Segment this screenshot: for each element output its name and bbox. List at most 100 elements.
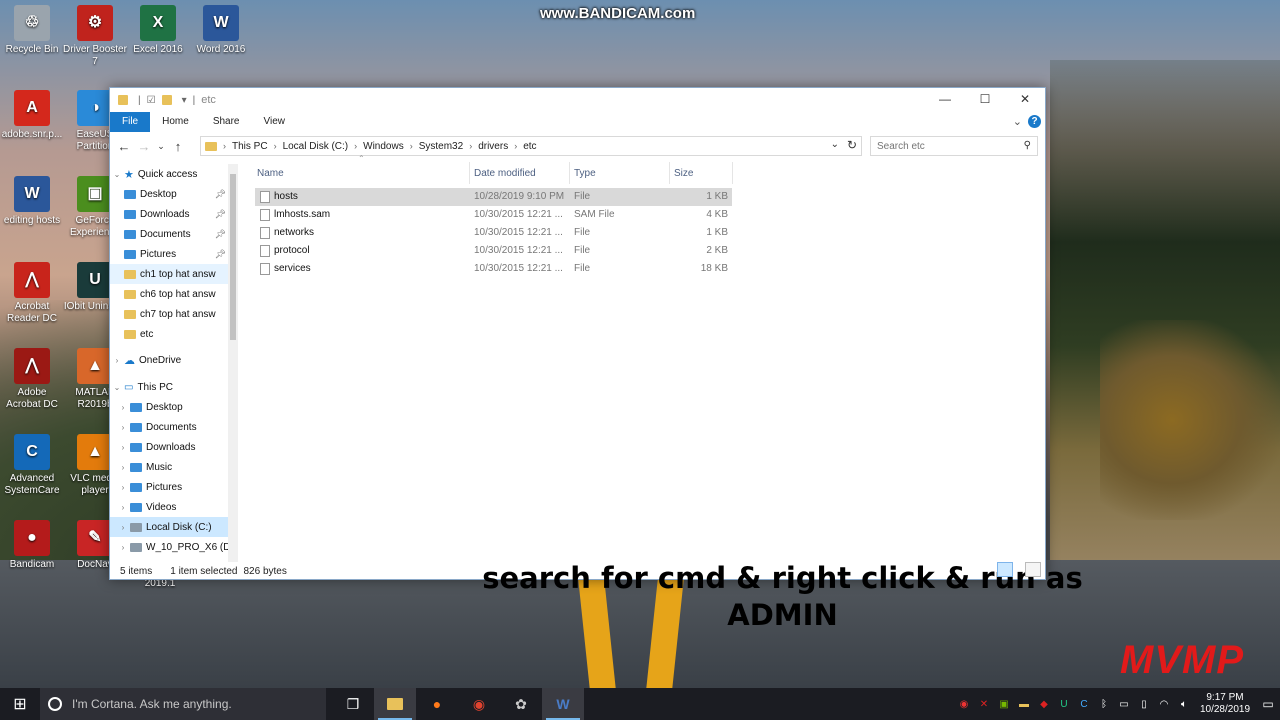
chevron-right-icon[interactable]: › bbox=[110, 356, 124, 365]
recent-locations-button[interactable]: ⌄ bbox=[154, 141, 168, 152]
file-explorer-window[interactable]: | ☑ ▾ | etc — ☐ ✕ File Home Share View ⌄… bbox=[109, 87, 1083, 632]
antivirus-icon[interactable]: ✕ bbox=[974, 699, 994, 710]
breadcrumb-local-disk[interactable]: Local Disk (C:) bbox=[279, 141, 353, 152]
back-button[interactable]: ← bbox=[114, 139, 134, 154]
chevron-right-icon[interactable]: › bbox=[116, 463, 130, 472]
tab-share[interactable]: Share bbox=[201, 112, 252, 132]
nav-item-ch7-top-hat-answ[interactable]: ch7 top hat answ bbox=[110, 304, 228, 324]
desktop-icon[interactable]: Wediting hosts bbox=[0, 176, 64, 227]
nav-item-pc-w-10-pro-x6-d[interactable]: › W_10_PRO_X6 (D bbox=[110, 537, 228, 557]
wifi-icon[interactable]: ◠ bbox=[1154, 699, 1174, 710]
file-row[interactable]: lmhosts.sam 10/30/2015 12:21 ... SAM File 4… bbox=[255, 206, 732, 224]
tab-file[interactable]: File bbox=[110, 112, 151, 132]
nav-item-pc-videos[interactable]: › Videos bbox=[110, 497, 228, 517]
column-header-size[interactable]: Size bbox=[674, 164, 693, 184]
chevron-right-icon[interactable]: › bbox=[116, 443, 130, 452]
usb-icon[interactable]: ▭ bbox=[1114, 699, 1134, 710]
properties-icon[interactable]: ☑ bbox=[147, 95, 156, 106]
nav-item-pc-local-disk-c-[interactable]: › Local Disk (C:) bbox=[110, 517, 228, 537]
search-input[interactable] bbox=[877, 140, 1017, 152]
search-box[interactable]: ⚲ bbox=[870, 136, 1038, 156]
close-button[interactable]: ✕ bbox=[1005, 88, 1045, 112]
search-icon[interactable]: ⚲ bbox=[1024, 140, 1031, 151]
desktop-icon[interactable]: ● Bandicam bbox=[0, 520, 64, 571]
tab-home[interactable]: Home bbox=[150, 112, 201, 132]
breadcrumb-system32[interactable]: System32 bbox=[415, 141, 467, 152]
desktop-icon[interactable]: W Word 2016 bbox=[189, 5, 253, 56]
help-icon[interactable]: ? bbox=[1028, 115, 1041, 128]
word-taskbar-icon[interactable]: W bbox=[542, 688, 584, 720]
chevron-down-icon[interactable]: ⌄ bbox=[110, 170, 124, 179]
notification-icon[interactable]: ▭ bbox=[1256, 697, 1280, 711]
nav-item-pc-desktop[interactable]: › Desktop bbox=[110, 397, 228, 417]
refresh-icon[interactable]: ↻ bbox=[847, 138, 857, 152]
column-header-type[interactable]: Type bbox=[574, 164, 596, 184]
nav-item-pc-downloads[interactable]: › Downloads bbox=[110, 437, 228, 457]
chevron-right-icon[interactable]: › bbox=[116, 503, 130, 512]
chrome-icon[interactable]: ◉ bbox=[458, 688, 500, 720]
nav-item-ch1-top-hat-answ[interactable]: ch1 top hat answ bbox=[110, 264, 228, 284]
nav-item-documents[interactable]: Documents 📌︎ bbox=[110, 224, 228, 244]
nav-scrollbar[interactable] bbox=[228, 164, 238, 562]
desktop-icon[interactable]: ⚙ Driver Booster 7 bbox=[63, 5, 127, 68]
up-button[interactable]: ↑ bbox=[168, 139, 188, 154]
column-divider[interactable] bbox=[569, 162, 570, 184]
battery-icon[interactable]: ▯ bbox=[1134, 699, 1154, 710]
column-divider[interactable] bbox=[732, 162, 733, 184]
file-row[interactable]: networks 10/30/2015 12:21 ... File 1 KB bbox=[255, 224, 732, 242]
systemcare-tray-icon[interactable]: C bbox=[1074, 699, 1094, 710]
folder-tray-icon[interactable]: ▬ bbox=[1014, 699, 1034, 710]
nav-quick-access[interactable]: ⌄ ★ Quick access bbox=[110, 164, 228, 184]
chevron-right-icon[interactable]: › bbox=[116, 523, 130, 532]
new-folder-icon[interactable] bbox=[161, 95, 172, 105]
bluetooth-icon[interactable]: ᛒ bbox=[1094, 699, 1114, 710]
nav-item-etc[interactable]: etc bbox=[110, 324, 228, 344]
chevron-down-icon[interactable]: ⌄ bbox=[110, 383, 124, 392]
chevron-right-icon[interactable]: › bbox=[116, 423, 130, 432]
maximize-button[interactable]: ☐ bbox=[965, 88, 1005, 112]
nav-onedrive[interactable]: › ☁ OneDrive bbox=[110, 350, 228, 370]
chevron-down-icon[interactable]: ▾ bbox=[182, 95, 187, 106]
breadcrumb-etc[interactable]: etc bbox=[519, 141, 540, 152]
address-bar[interactable]: › This PC › Local Disk (C:) › Windows › … bbox=[200, 136, 862, 156]
desktop-icon[interactable]: Aadobe.snr.p... bbox=[0, 90, 64, 141]
desktop-icon[interactable]: C Advanced SystemCare bbox=[0, 434, 64, 497]
large-icons-view-button[interactable] bbox=[1025, 562, 1041, 577]
column-header-name[interactable]: Name bbox=[257, 164, 284, 184]
file-row[interactable]: hosts 10/28/2019 9:10 PM File 1 KB bbox=[255, 188, 732, 206]
chevron-right-icon[interactable]: › bbox=[116, 403, 130, 412]
iobit-tray-icon[interactable]: U bbox=[1054, 699, 1074, 710]
column-divider[interactable] bbox=[469, 162, 470, 184]
nav-item-pictures[interactable]: Pictures 📌︎ bbox=[110, 244, 228, 264]
desktop-icon[interactable]: ♲ Recycle Bin bbox=[0, 5, 64, 56]
file-row[interactable]: services 10/30/2015 12:21 ... File 18 KB bbox=[255, 260, 732, 278]
title-bar[interactable]: | ☑ ▾ | etc — ☐ ✕ bbox=[110, 88, 1045, 112]
desktop-icon[interactable]: ⋀ Adobe Acrobat DC bbox=[0, 348, 64, 411]
chevron-right-icon[interactable]: › bbox=[116, 483, 130, 492]
scrollbar-thumb[interactable] bbox=[230, 174, 236, 340]
column-header-date[interactable]: Date modified bbox=[474, 164, 536, 184]
clock[interactable]: 9:17 PM 10/28/2019 bbox=[1194, 692, 1256, 716]
bandicam-record-icon[interactable]: ◉ bbox=[954, 699, 974, 710]
nav-item-desktop[interactable]: Desktop 📌︎ bbox=[110, 184, 228, 204]
nav-item-pc-documents[interactable]: › Documents bbox=[110, 417, 228, 437]
nav-item-pc-music[interactable]: › Music bbox=[110, 457, 228, 477]
desktop-icon[interactable]: X Excel 2016 bbox=[126, 5, 190, 56]
breadcrumb-this-pc[interactable]: This PC bbox=[228, 141, 272, 152]
address-dropdown-icon[interactable]: ⌄ bbox=[831, 139, 839, 150]
breadcrumb-windows[interactable]: Windows bbox=[359, 141, 408, 152]
details-view-button[interactable] bbox=[997, 562, 1013, 577]
start-button[interactable]: ⊞ bbox=[0, 688, 40, 720]
minimize-button[interactable]: — bbox=[925, 88, 965, 112]
expand-ribbon-icon[interactable]: ⌄ bbox=[1013, 115, 1022, 128]
file-explorer-taskbar-icon[interactable] bbox=[374, 688, 416, 720]
nvidia-icon[interactable]: ▣ bbox=[994, 699, 1014, 710]
breadcrumb-drivers[interactable]: drivers bbox=[474, 141, 512, 152]
driver-tray-icon[interactable]: ◆ bbox=[1034, 699, 1054, 710]
task-view-icon[interactable]: ❐ bbox=[332, 688, 374, 720]
nav-item-downloads[interactable]: Downloads 📌︎ bbox=[110, 204, 228, 224]
nav-this-pc[interactable]: ⌄ ▭ This PC bbox=[110, 377, 228, 397]
column-divider[interactable] bbox=[669, 162, 670, 184]
firefox-icon[interactable]: ● bbox=[416, 688, 458, 720]
forward-button[interactable]: → bbox=[134, 139, 154, 154]
